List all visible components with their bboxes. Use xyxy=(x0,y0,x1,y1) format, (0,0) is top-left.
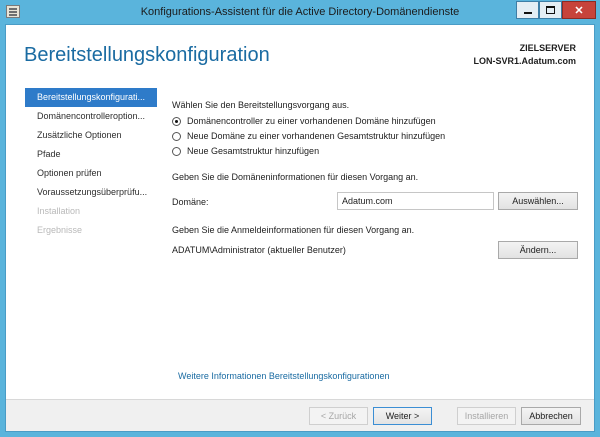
wizard-footer: < Zurück Weiter > Installieren Abbrechen xyxy=(6,399,594,431)
current-user-text: ADATUM\Administrator (aktueller Benutzer… xyxy=(172,245,346,255)
target-server-label: ZIELSERVER xyxy=(519,43,576,53)
close-button[interactable]: ✕ xyxy=(562,1,596,19)
change-credentials-button[interactable]: Ändern... xyxy=(498,241,578,259)
page-title: Bereitstellungskonfiguration xyxy=(24,44,270,66)
radio-label[interactable]: Neue Domäne zu einer vorhandenen Gesamts… xyxy=(187,131,445,141)
nav-item-pfade[interactable]: Pfade xyxy=(25,145,157,164)
nav-item-domaenencontrolleroptionen[interactable]: Domänencontrolleroption... xyxy=(25,107,157,126)
nav-item-voraussetzungsueberpruefung[interactable]: Voraussetzungsüberprüfu... xyxy=(25,183,157,202)
back-button: < Zurück xyxy=(309,407,368,425)
radio-new-domain-existing-forest[interactable]: Neue Domäne zu einer vorhandenen Gesamts… xyxy=(172,129,445,143)
target-server-name: LON-SVR1.Adatum.com xyxy=(473,56,576,66)
window-title: Konfigurations-Assistent für die Active … xyxy=(140,6,460,18)
minimize-icon xyxy=(523,12,532,14)
domain-input[interactable] xyxy=(337,192,494,210)
minimize-button[interactable] xyxy=(516,1,539,19)
cancel-button[interactable]: Abbrechen xyxy=(521,407,581,425)
nav-item-zusaetzliche-optionen[interactable]: Zusätzliche Optionen xyxy=(25,126,157,145)
select-domain-button[interactable]: Auswählen... xyxy=(498,192,578,210)
credentials-prompt: Geben Sie die Anmeldeinformationen für d… xyxy=(172,225,415,235)
domain-label: Domäne: xyxy=(172,197,209,207)
nav-item-installation: Installation xyxy=(37,206,81,216)
wizard-steps-nav: Bereitstellungskonfigurati... Domänencon… xyxy=(25,88,157,240)
next-button[interactable]: Weiter > xyxy=(373,407,432,425)
radio-button[interactable] xyxy=(172,146,181,156)
maximize-button[interactable] xyxy=(539,1,562,19)
title-bar[interactable]: Konfigurations-Assistent für die Active … xyxy=(0,0,600,24)
nav-item-optionen-pruefen[interactable]: Optionen prüfen xyxy=(25,164,157,183)
domain-info-prompt: Geben Sie die Domäneninformationen für d… xyxy=(172,172,419,182)
radio-new-forest[interactable]: Neue Gesamtstruktur hinzufügen xyxy=(172,144,319,158)
close-icon: ✕ xyxy=(574,4,584,17)
radio-label[interactable]: Domänencontroller zu einer vorhandenen D… xyxy=(187,116,436,126)
radio-add-dc-existing-domain[interactable]: Domänencontroller zu einer vorhandenen D… xyxy=(172,114,436,128)
maximize-icon xyxy=(546,6,555,14)
install-button: Installieren xyxy=(457,407,516,425)
radio-button[interactable] xyxy=(172,131,181,141)
radio-button-checked[interactable] xyxy=(172,116,181,126)
wizard-client-area: Bereitstellungskonfiguration ZIELSERVER … xyxy=(5,24,595,432)
more-info-link[interactable]: Weitere Informationen Bereitstellungskon… xyxy=(178,371,389,381)
nav-item-bereitstellungskonfiguration[interactable]: Bereitstellungskonfigurati... xyxy=(25,88,157,107)
deployment-operation-prompt: Wählen Sie den Bereitstellungsvorgang au… xyxy=(172,100,350,110)
wizard-window: Konfigurations-Assistent für die Active … xyxy=(0,0,600,437)
radio-label[interactable]: Neue Gesamtstruktur hinzufügen xyxy=(187,146,319,156)
nav-item-ergebnisse: Ergebnisse xyxy=(37,225,83,235)
